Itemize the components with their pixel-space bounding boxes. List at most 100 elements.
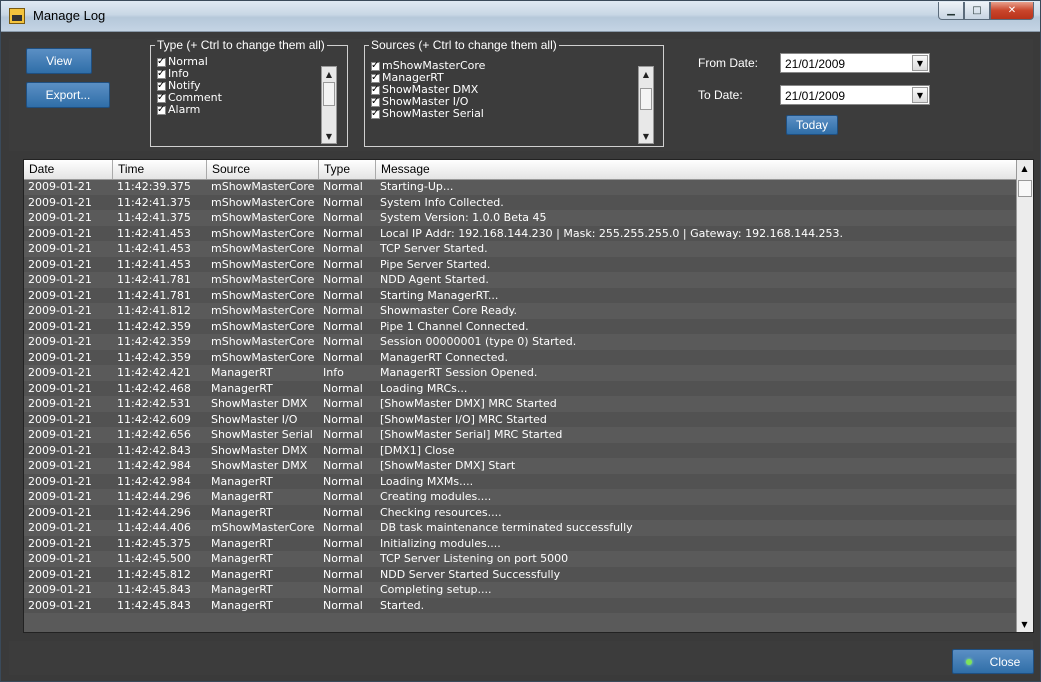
source-checkbox-item[interactable]: ShowMaster Serial [371,108,485,120]
cell-date: 2009-01-21 [28,490,92,503]
table-row[interactable]: 2009-01-21 11:42:42.656 ShowMaster Serial N… [24,427,1017,443]
table-row[interactable]: 2009-01-21 11:42:41.781 mShowMasterCore Nor… [24,272,1017,288]
checkbox-checked-icon[interactable] [157,80,166,92]
table-row[interactable]: 2009-01-21 11:42:42.421 ManagerRT Info Manag… [24,365,1017,381]
table-row[interactable]: 2009-01-21 11:42:42.843 ShowMaster DMX Norm… [24,442,1017,458]
cell-message: Pipe Server Started. [380,257,491,271]
close-icon[interactable]: ✕ [990,2,1034,20]
table-row[interactable]: 2009-01-21 11:42:45.843 ManagerRT Normal Com… [24,582,1017,598]
filter-panel: View Export... Type (+ Ctrl to change th… [9,38,1033,151]
close-button-label: Close [989,654,1021,669]
type-list-scrollbar[interactable]: ▲ ▼ [321,66,337,144]
table-row[interactable]: 2009-01-21 11:42:41.453 mShowMasterCore Nor… [24,225,1017,241]
cell-date: 2009-01-21 [28,567,92,581]
checkbox-checked-icon[interactable] [371,72,380,84]
cell-date: 2009-01-21 [28,428,92,441]
view-button[interactable]: View [26,48,92,74]
cell-type: Normal [323,288,363,302]
table-row[interactable]: 2009-01-21 11:42:41.375 mShowMasterCore Nor… [24,194,1017,210]
cell-source: ShowMaster I/O [211,412,298,426]
table-row[interactable]: 2009-01-21 11:42:45.500 ManagerRT Normal TCP… [24,551,1017,567]
cell-source: ManagerRT [211,583,273,596]
export-button[interactable]: Export... [26,82,110,108]
checkbox-checked-icon[interactable] [371,96,380,108]
maximize-icon[interactable]: □ [964,2,990,20]
from-date-combo[interactable]: 21/01/2009 ▼ [780,53,930,73]
chevron-down-icon[interactable]: ▼ [912,87,928,103]
table-row[interactable]: 2009-01-21 11:42:42.984 ManagerRT Normal Loa… [24,473,1017,489]
chevron-down-icon[interactable]: ▼ [322,129,336,143]
cell-source: ShowMaster DMX [211,459,308,472]
today-button[interactable]: Today [786,115,838,135]
from-date-label: From Date: [698,56,759,70]
table-row[interactable]: 2009-01-21 11:42:42.984 ShowMaster DMX Norm… [24,458,1017,474]
table-row[interactable]: 2009-01-21 11:42:45.843 ManagerRT Normal Sta… [24,597,1017,613]
column-header-type[interactable]: Type [319,160,376,179]
cell-date: 2009-01-21 [28,412,92,426]
cell-message: Initializing modules.... [380,536,501,550]
table-row[interactable]: 2009-01-21 11:42:41.812 mShowMasterCore Nor… [24,303,1017,319]
chevron-up-icon[interactable]: ▲ [639,67,653,81]
column-header-message[interactable]: Message [376,160,1017,179]
table-row[interactable]: 2009-01-21 11:42:41.453 mShowMasterCore Nor… [24,241,1017,257]
type-filter-list: NormalInfoNotifyCommentAlarm [157,56,222,116]
cell-type: Normal [323,552,363,565]
table-row[interactable]: 2009-01-21 11:42:42.359 mShowMasterCore Nor… [24,318,1017,334]
chevron-down-icon[interactable]: ▼ [912,55,928,71]
chevron-down-icon[interactable]: ▼ [1017,616,1032,632]
checkbox-checked-icon[interactable] [157,104,166,116]
scroll-thumb[interactable] [323,82,335,106]
sources-list-scrollbar[interactable]: ▲ ▼ [638,66,654,144]
grid-scrollbar[interactable]: ▲ ▼ [1016,160,1033,632]
cell-message: Local IP Addr: 192.168.144.230 | Mask: 2… [380,226,844,240]
table-row[interactable]: 2009-01-21 11:42:41.375 mShowMasterCore Nor… [24,210,1017,226]
chevron-up-icon[interactable]: ▲ [322,67,336,81]
table-row[interactable]: 2009-01-21 11:42:44.296 ManagerRT Normal Che… [24,504,1017,520]
table-row[interactable]: 2009-01-21 11:42:42.468 ManagerRT Normal Loa… [24,380,1017,396]
checkbox-checked-icon[interactable] [371,108,380,120]
scroll-thumb[interactable] [640,88,652,110]
cell-message: Checking resources.... [380,505,502,519]
minimize-icon[interactable]: ▁ [938,2,964,20]
cell-date: 2009-01-21 [28,443,92,457]
table-row[interactable]: 2009-01-21 11:42:39.375 mShowMasterCore Nor… [24,179,1017,195]
table-row[interactable]: 2009-01-21 11:42:41.781 mShowMasterCore Nor… [24,287,1017,303]
cell-time: 11:42:41.375 [117,211,191,224]
cell-date: 2009-01-21 [28,242,92,255]
table-row[interactable]: 2009-01-21 11:42:45.375 ManagerRT Normal Ini… [24,535,1017,551]
type-checkbox-item[interactable]: Normal [157,56,222,68]
column-header-time[interactable]: Time [113,160,207,179]
cell-type: Normal [323,381,363,395]
table-row[interactable]: 2009-01-21 11:42:44.406 mShowMasterCore Nor… [24,520,1017,536]
checkbox-checked-icon[interactable] [371,60,380,72]
title-bar[interactable]: Manage Log ▁ □ ✕ [1,1,1040,32]
checkbox-checked-icon[interactable] [157,56,166,68]
to-date-combo[interactable]: 21/01/2009 ▼ [780,85,930,105]
scroll-thumb[interactable] [1018,180,1032,197]
table-row[interactable]: 2009-01-21 11:42:42.359 mShowMasterCore Nor… [24,334,1017,350]
column-header-source[interactable]: Source [207,160,319,179]
cell-message: Starting ManagerRT... [380,288,499,302]
close-button[interactable]: Close [952,649,1034,674]
checkbox-checked-icon[interactable] [157,92,166,104]
log-grid[interactable]: Date Time Source Type Message 2009-01-21 11:4… [23,159,1034,633]
cell-source: mShowMasterCore [211,242,315,255]
cell-date: 2009-01-21 [28,350,92,364]
chevron-down-icon[interactable]: ▼ [639,129,653,143]
cell-type: Normal [323,319,363,333]
app-icon [9,8,25,24]
table-row[interactable]: 2009-01-21 11:42:42.531 ShowMaster DMX Norm… [24,396,1017,412]
cell-type: Normal [323,180,363,193]
table-row[interactable]: 2009-01-21 11:42:42.609 ShowMaster I/O Norm… [24,411,1017,427]
column-header-date[interactable]: Date [24,160,113,179]
cell-date: 2009-01-21 [28,211,92,224]
table-row[interactable]: 2009-01-21 11:42:41.453 mShowMasterCore Nor… [24,256,1017,272]
checkbox-checked-icon[interactable] [157,68,166,80]
type-checkbox-item[interactable]: Alarm [157,104,222,116]
table-row[interactable]: 2009-01-21 11:42:45.812 ManagerRT Normal NDD… [24,566,1017,582]
chevron-up-icon[interactable]: ▲ [1017,160,1032,176]
checkbox-checked-icon[interactable] [371,84,380,96]
cell-type: Normal [323,242,363,255]
table-row[interactable]: 2009-01-21 11:42:44.296 ManagerRT Normal Cre… [24,489,1017,505]
table-row[interactable]: 2009-01-21 11:42:42.359 mShowMasterCore Nor… [24,349,1017,365]
